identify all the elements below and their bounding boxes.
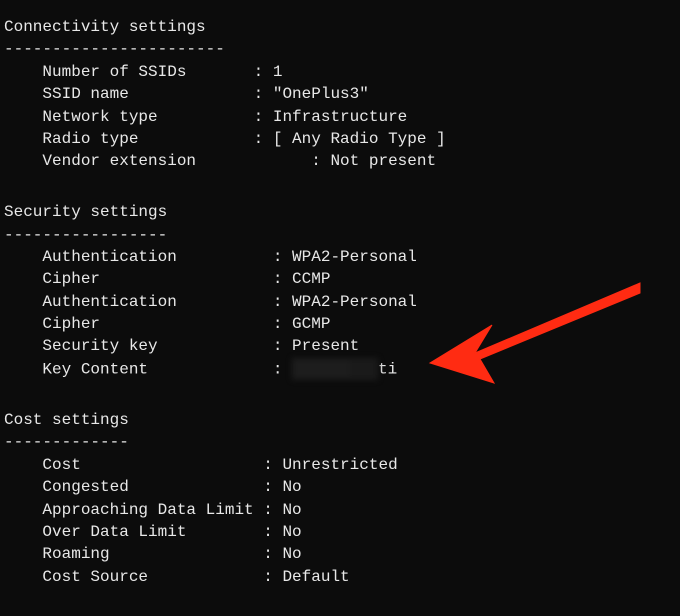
security-row: Authentication : WPA2-Personal	[4, 246, 680, 268]
cost-row: Cost Source : Default	[4, 566, 680, 588]
connectivity-header: Connectivity settings	[4, 16, 680, 38]
connectivity-row: Radio type : [ Any Radio Type ]	[4, 128, 680, 150]
security-header: Security settings	[4, 201, 680, 223]
connectivity-dashes: -----------------------	[4, 38, 680, 60]
connectivity-row: Number of SSIDs : 1	[4, 61, 680, 83]
cost-dashes: -------------	[4, 431, 680, 453]
connectivity-row: SSID name : "OnePlus3"	[4, 83, 680, 105]
security-dashes: -----------------	[4, 224, 680, 246]
key-content-label-inline: Key Content	[4, 360, 273, 378]
security-section: Security settings ----------------- Auth…	[4, 201, 680, 381]
cost-row: Roaming : No	[4, 543, 680, 565]
security-row: Authentication : WPA2-Personal	[4, 291, 680, 313]
connectivity-row: Vendor extension : Not present	[4, 150, 680, 172]
cost-section: Cost settings ------------- Cost : Unres…	[4, 409, 680, 588]
security-row: Cipher : GCMP	[4, 313, 680, 335]
key-content-redacted: ██████	[292, 358, 378, 380]
cost-row: Cost : Unrestricted	[4, 454, 680, 476]
cost-row: Over Data Limit : No	[4, 521, 680, 543]
cost-header: Cost settings	[4, 409, 680, 431]
connectivity-row: Network type : Infrastructure	[4, 106, 680, 128]
cost-row: Congested : No	[4, 476, 680, 498]
connectivity-section: Connectivity settings ------------------…	[4, 16, 680, 173]
cost-row: Approaching Data Limit : No	[4, 499, 680, 521]
key-content-suffix: ti	[378, 360, 397, 378]
security-row: Security key : Present	[4, 335, 680, 357]
security-row: Cipher : CCMP	[4, 268, 680, 290]
key-content-row: Key Content : ██████ti	[4, 358, 680, 381]
